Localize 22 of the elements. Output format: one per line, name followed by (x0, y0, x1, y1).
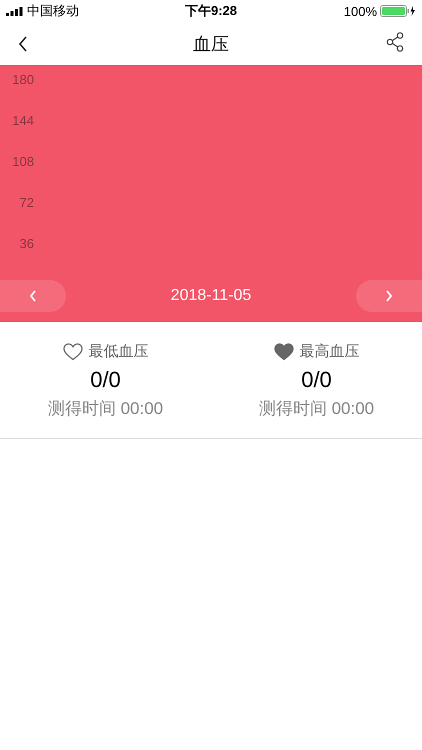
status-time: 下午9:28 (184, 2, 238, 20)
stat-value: 0/0 (301, 367, 332, 393)
battery-percent: 100% (344, 4, 377, 18)
stat-label: 最高血压 (300, 342, 360, 361)
chevron-right-icon (385, 290, 393, 302)
page-title: 血压 (193, 32, 229, 56)
axis-label: 108 (12, 153, 34, 171)
axis-label: 72 (20, 194, 34, 212)
back-icon[interactable] (18, 36, 28, 52)
measure-time: 测得时间 00:00 (258, 398, 374, 420)
axis-label: 180 (12, 71, 34, 89)
measure-time: 测得时间 00:00 (48, 398, 164, 420)
signal-icon (6, 6, 23, 16)
stat-value: 0/0 (90, 367, 121, 393)
axis-label: 144 (12, 112, 34, 130)
share-icon[interactable] (386, 32, 404, 52)
battery-icon (380, 5, 416, 17)
axis-label: 36 (20, 235, 34, 253)
date-label: 2018-11-05 (170, 287, 252, 305)
chevron-left-icon (29, 290, 37, 302)
carrier-name: 中国移动 (27, 2, 79, 20)
stat-label: 最低血压 (88, 342, 148, 361)
